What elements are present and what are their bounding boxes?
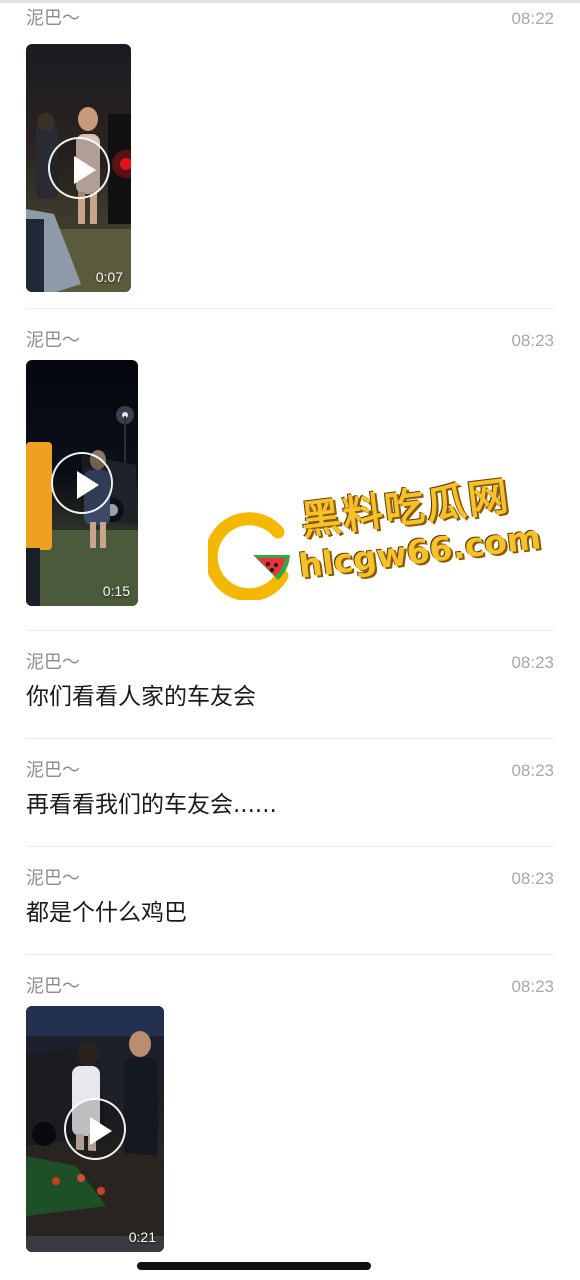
video-duration: 0:15 — [102, 583, 130, 599]
divider — [26, 954, 554, 955]
watermark: 黑料吃瓜网 hlcgw66.com — [208, 470, 548, 610]
play-icon — [47, 137, 110, 199]
video-duration: 0:21 — [128, 1229, 156, 1245]
chat-history-page: 泥巴～ 08:22 0:07 泥巴～ 08:23 0:15 泥巴～ 08:23 … — [0, 0, 580, 1280]
message-time: 08:23 — [511, 331, 554, 350]
message-time: 08:23 — [511, 761, 554, 780]
sender-name[interactable]: 泥巴～ — [26, 760, 80, 782]
message-text: 你们看看人家的车友会 — [26, 684, 256, 710]
sender-name[interactable]: 泥巴～ — [26, 330, 80, 352]
sender-name[interactable]: 泥巴～ — [26, 652, 80, 674]
play-icon — [51, 452, 113, 514]
message-item: 泥巴～ 08:23 0:21 — [26, 976, 554, 1256]
message-item: 泥巴～ 08:22 0:07 — [26, 8, 554, 292]
sender-name[interactable]: 泥巴～ — [26, 868, 80, 890]
divider — [26, 738, 554, 739]
play-icon — [64, 1098, 126, 1160]
message-text: 都是个什么鸡巴 — [26, 900, 187, 926]
video-thumbnail[interactable]: 0:15 — [26, 360, 138, 606]
video-thumbnail[interactable]: 0:07 — [26, 44, 131, 292]
message-time: 08:23 — [511, 653, 554, 672]
sender-name[interactable]: 泥巴～ — [26, 8, 80, 30]
message-text: 再看看我们的车友会...... — [26, 792, 277, 818]
message-time: 08:23 — [511, 869, 554, 888]
home-indicator[interactable] — [137, 1262, 371, 1270]
divider — [26, 630, 554, 631]
video-duration: 0:07 — [95, 269, 123, 285]
divider — [26, 308, 554, 309]
message-time: 08:22 — [511, 9, 554, 28]
message-time: 08:23 — [511, 977, 554, 996]
sender-name[interactable]: 泥巴～ — [26, 976, 80, 998]
divider — [26, 846, 554, 847]
message-item: 泥巴～ 08:23 你们看看人家的车友会 — [26, 652, 554, 722]
message-item: 泥巴～ 08:23 再看看我们的车友会...... — [26, 760, 554, 830]
message-item: 泥巴～ 08:23 都是个什么鸡巴 — [26, 868, 554, 938]
video-thumbnail[interactable]: 0:21 — [26, 1006, 164, 1252]
top-edge — [0, 0, 580, 3]
watermark-logo-icon — [208, 512, 290, 600]
